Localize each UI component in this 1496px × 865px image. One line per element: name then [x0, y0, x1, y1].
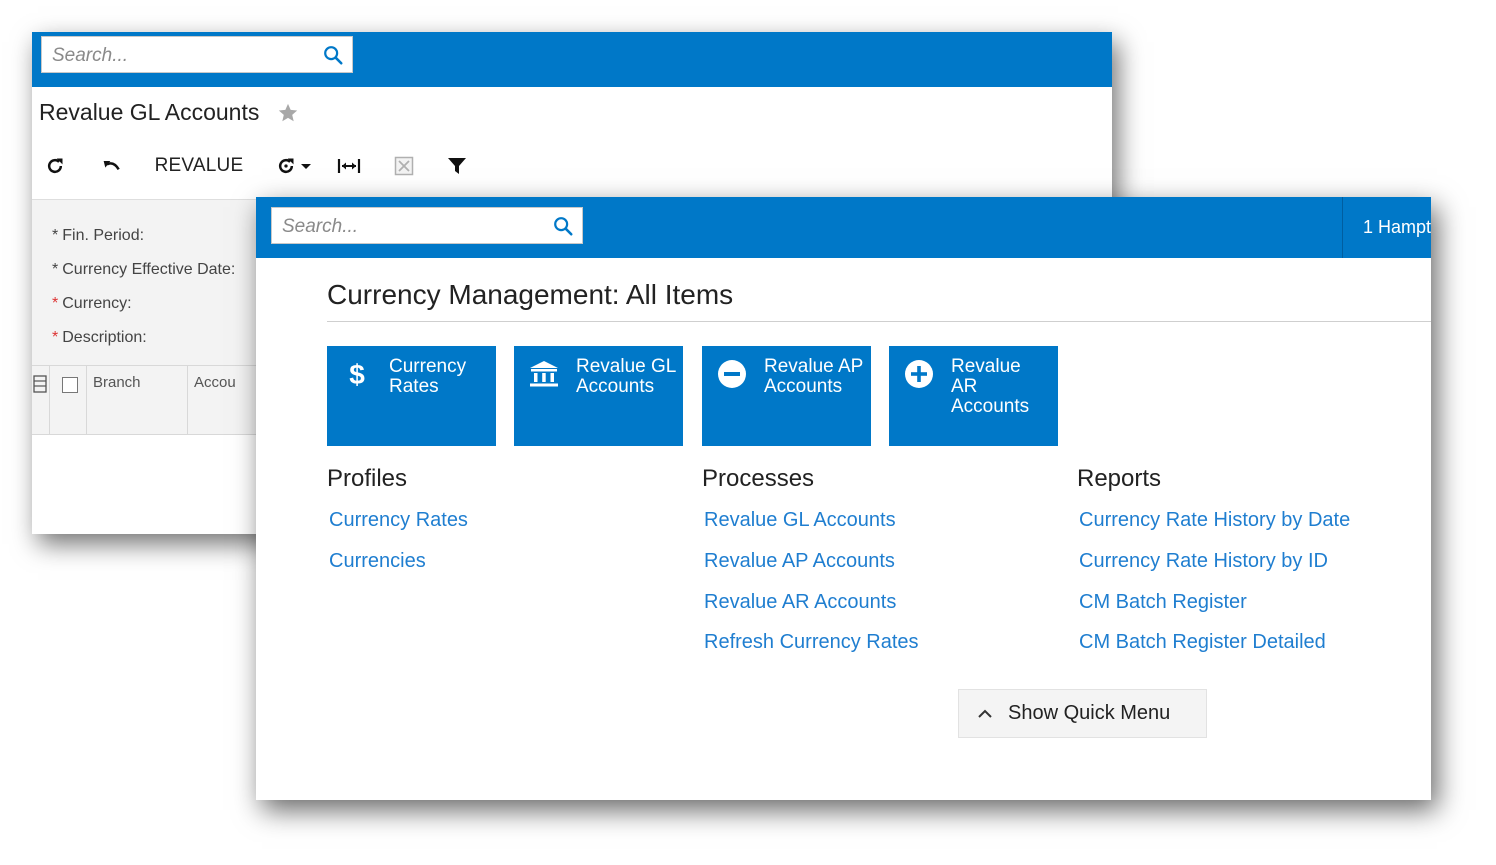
chevron-up-icon [978, 709, 992, 718]
export-excel-button[interactable] [393, 154, 415, 178]
tile-label: Currency Rates [389, 356, 467, 397]
top-bar: 1 Hampt [256, 197, 1431, 258]
link-currencies[interactable]: Currencies [329, 550, 426, 573]
link-refresh-currency-rates[interactable]: Refresh Currency Rates [704, 631, 919, 654]
link-currency-rate-history-by-id[interactable]: Currency Rate History by ID [1079, 550, 1328, 573]
select-all-checkbox[interactable] [62, 377, 78, 393]
search-input[interactable] [50, 37, 302, 74]
toolbar: REVALUE [32, 148, 1112, 184]
refresh-dropdown-icon [278, 158, 294, 174]
plus-circle-icon [905, 360, 933, 388]
tenant-selector[interactable]: 1 Hampt [1363, 217, 1431, 238]
revalue-label: REVALUE [154, 155, 244, 176]
row-selector-column[interactable] [32, 366, 50, 434]
description-label: * Description: [52, 329, 147, 346]
tile-revalue-gl-accounts[interactable]: Revalue GL Accounts [514, 346, 683, 446]
tile-revalue-ar-accounts[interactable]: Revalue AR Accounts [889, 346, 1058, 446]
dollar-icon: $ [349, 359, 365, 390]
minus-circle-icon [718, 360, 746, 388]
link-cm-batch-register[interactable]: CM Batch Register [1079, 591, 1247, 614]
undo-button[interactable] [100, 154, 124, 178]
link-revalue-gl-accounts[interactable]: Revalue GL Accounts [704, 509, 896, 532]
search-icon[interactable] [552, 215, 574, 237]
workspace-title: Currency Management: All Items [327, 279, 734, 310]
column-header-branch[interactable]: Branch [87, 366, 188, 434]
refresh-icon [47, 158, 63, 174]
section-heading-profiles: Profiles [327, 465, 408, 492]
currency-effective-date-label: * Currency Effective Date: [52, 261, 236, 278]
search-box[interactable] [41, 36, 353, 74]
fit-width-icon [337, 159, 361, 173]
grid-layout-icon [33, 375, 47, 393]
link-revalue-ar-accounts[interactable]: Revalue AR Accounts [704, 591, 896, 614]
revalue-button[interactable]: REVALUE [154, 154, 244, 178]
top-bar [32, 32, 1112, 87]
refresh-button[interactable] [44, 154, 66, 178]
link-cm-batch-register-detailed[interactable]: CM Batch Register Detailed [1079, 631, 1326, 654]
search-box[interactable] [271, 207, 583, 245]
search-icon[interactable] [322, 44, 344, 66]
link-revalue-ap-accounts[interactable]: Revalue AP Accounts [704, 550, 895, 573]
tile-currency-rates[interactable]: $ Currency Rates [327, 346, 496, 446]
undo-icon [103, 161, 120, 171]
select-all-column [50, 366, 87, 434]
actions-dropdown-button[interactable] [272, 154, 314, 178]
svg-text:$: $ [349, 359, 365, 390]
link-currency-rate-history-by-date[interactable]: Currency Rate History by Date [1079, 509, 1350, 532]
section-heading-processes: Processes [702, 465, 815, 492]
excel-icon [394, 156, 414, 176]
filter-button[interactable] [446, 154, 468, 178]
link-currency-rates[interactable]: Currency Rates [329, 509, 468, 532]
caret-down-icon [301, 164, 311, 169]
fit-to-screen-button[interactable] [336, 154, 362, 178]
filter-icon [448, 158, 466, 174]
tile-label: Revalue GL Accounts [576, 356, 676, 397]
tile-label: Revalue AP Accounts [764, 356, 863, 397]
show-quick-menu-label: Show Quick Menu [1008, 702, 1171, 724]
topbar-divider [1342, 197, 1343, 258]
tile-label: Revalue AR Accounts [951, 356, 1030, 417]
bank-icon [530, 361, 558, 387]
show-quick-menu-button[interactable]: Show Quick Menu [958, 689, 1207, 738]
currency-management-workspace-window: 1 Hampt Currency Management: All Items $… [256, 197, 1431, 800]
favorite-star-icon[interactable] [277, 102, 299, 124]
title-divider [327, 321, 1431, 322]
fin-period-label: * Fin. Period: [52, 227, 145, 244]
tile-revalue-ap-accounts[interactable]: Revalue AP Accounts [702, 346, 871, 446]
section-heading-reports: Reports [1077, 465, 1162, 492]
currency-label: * Currency: [52, 295, 132, 312]
search-input[interactable] [280, 208, 532, 245]
page-title: Revalue GL Accounts [39, 99, 260, 125]
